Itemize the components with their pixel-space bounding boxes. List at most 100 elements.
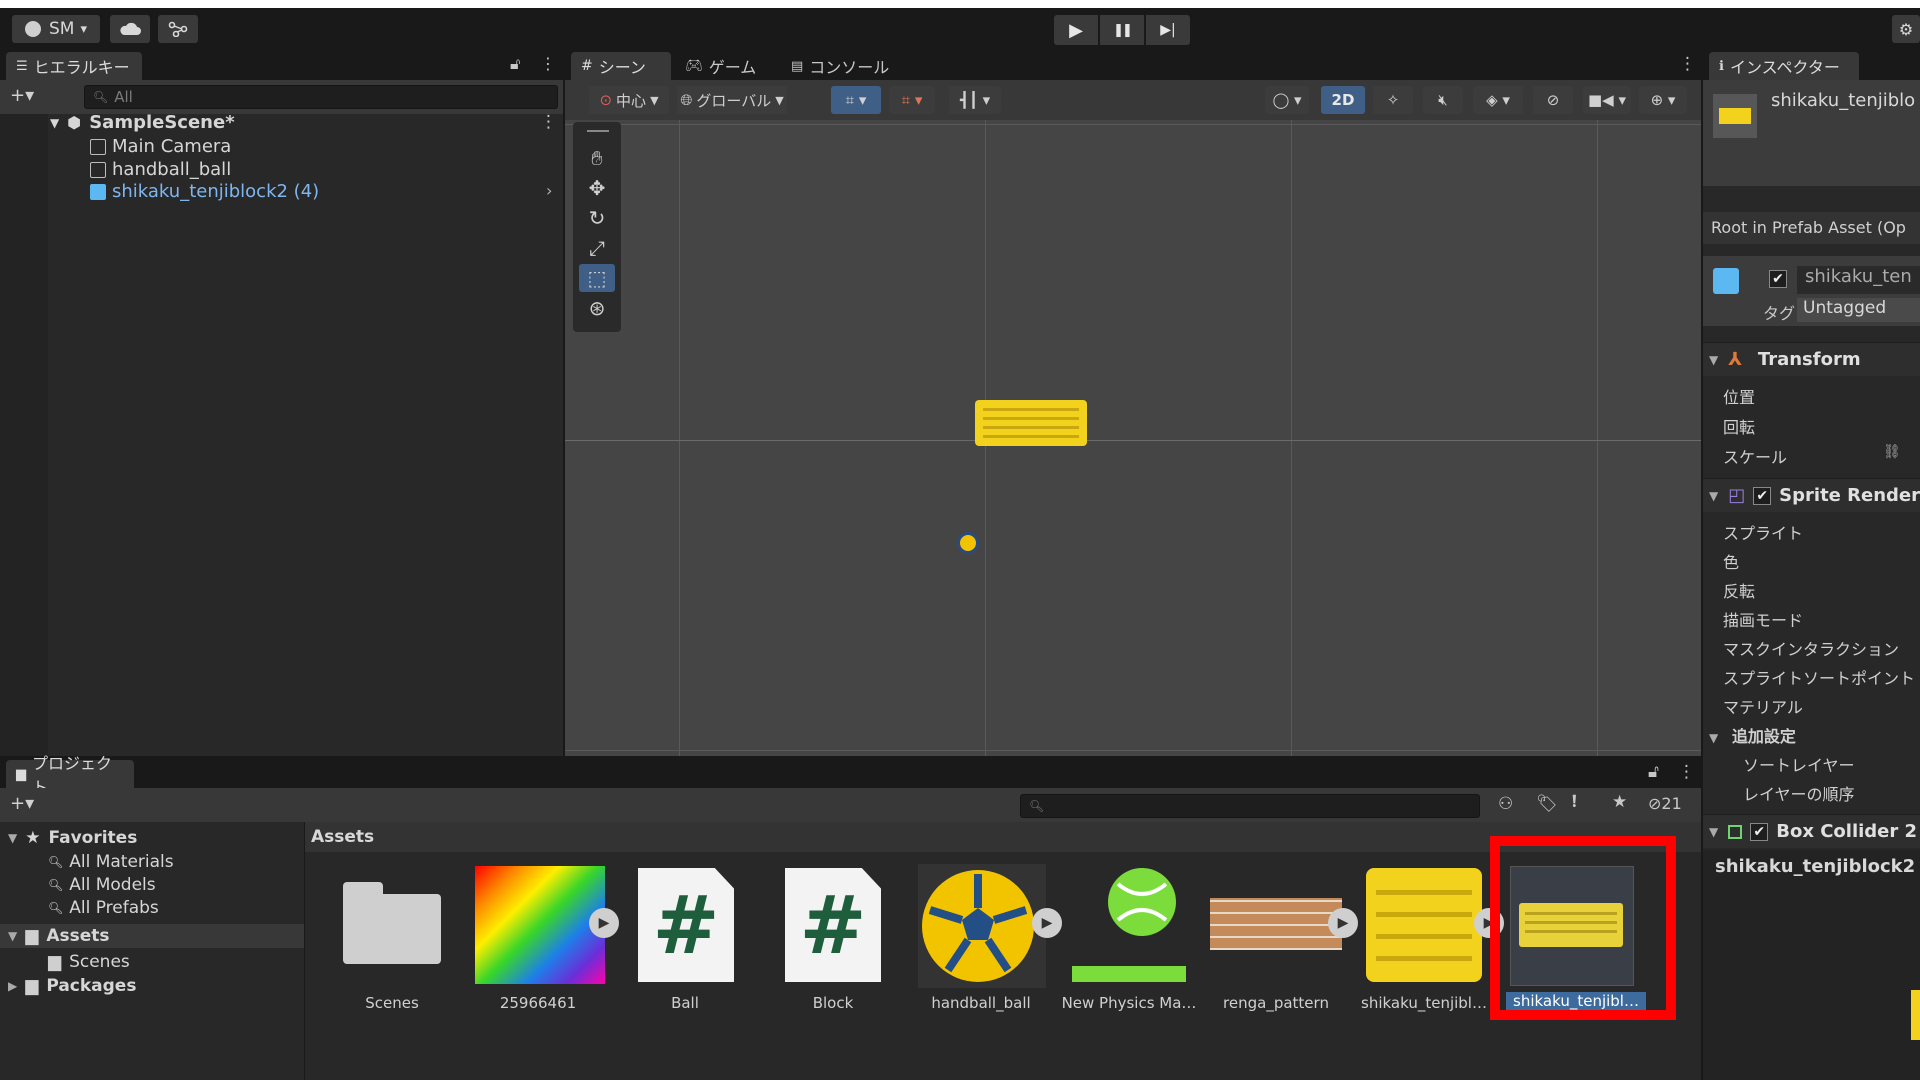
- link-icon[interactable]: ⛓︎: [1883, 444, 1901, 460]
- search-by-type-icon[interactable]: ⚇: [1498, 794, 1513, 814]
- transform-tool[interactable]: ⊛: [579, 294, 615, 322]
- draw-mode-dropdown[interactable]: ◯ ▾: [1265, 86, 1309, 114]
- audio-toggle[interactable]: 🔇︎: [1423, 86, 1463, 114]
- warning-icon[interactable]: ❗︎: [1572, 792, 1577, 812]
- hidden-packages-toggle[interactable]: ⊘21: [1648, 794, 1682, 813]
- sprite-renderer-checkbox[interactable]: ✔: [1753, 486, 1772, 505]
- label-icon[interactable]: 🏷︎: [1536, 794, 1558, 814]
- hand-tool[interactable]: ✋︎: [579, 144, 615, 172]
- scale-icon: ⤢: [589, 236, 605, 260]
- assets-folder[interactable]: ▼ ▆ Assets: [0, 924, 304, 948]
- search-icon: 🔍︎: [93, 90, 109, 104]
- asset-ball-script[interactable]: #: [638, 868, 734, 982]
- asset-block-script[interactable]: #: [785, 868, 881, 982]
- camera-dropdown[interactable]: ■◀ ▾: [1583, 86, 1631, 114]
- physics-material-icon: [1072, 868, 1186, 982]
- asset-physics-material[interactable]: [1070, 864, 1190, 984]
- palette-handle[interactable]: [587, 130, 609, 132]
- breadcrumb[interactable]: Assets: [311, 827, 374, 847]
- grid-snap-toggle[interactable]: ⌗ ▾: [831, 86, 881, 114]
- folder-icon: ▆: [16, 766, 26, 782]
- hierarchy-item-handball-ball[interactable]: handball_ball: [90, 159, 231, 180]
- favorite-all-models[interactable]: 🔍︎ All Models: [48, 875, 156, 895]
- packages-folder[interactable]: ▶ ▆ Packages: [8, 976, 136, 996]
- chevron-right-icon[interactable]: ›: [546, 181, 552, 200]
- tag-dropdown[interactable]: Untagged: [1797, 298, 1920, 322]
- favorites-foldout[interactable]: ▼ ★ Favorites: [8, 828, 137, 848]
- account-button[interactable]: SM ▾: [12, 15, 100, 43]
- lock-icon[interactable]: 🔓︎: [1648, 762, 1659, 782]
- favorite-all-prefabs[interactable]: 🔍︎ All Prefabs: [48, 898, 159, 918]
- gizmos-dropdown[interactable]: ⊕ ▾: [1639, 86, 1687, 114]
- item-label: shikaku_tenjiblock2 (4): [112, 181, 320, 202]
- effects-dropdown[interactable]: ◈ ▾: [1473, 86, 1523, 114]
- asset-tenji-block-sprite[interactable]: [1366, 868, 1482, 982]
- asset-renga-pattern[interactable]: [1210, 898, 1342, 950]
- active-checkbox[interactable]: ✔: [1769, 270, 1787, 288]
- tree-label: Scenes: [69, 952, 130, 972]
- tenji-block-sprite[interactable]: [975, 400, 1087, 446]
- tree-label: All Prefabs: [69, 898, 159, 918]
- scenes-folder[interactable]: ▆ Scenes: [48, 952, 130, 972]
- settings-button[interactable]: ⚙: [1892, 15, 1920, 43]
- tab-project[interactable]: ▆ プロジェクト: [6, 754, 134, 797]
- lighting-toggle[interactable]: ✧: [1373, 86, 1413, 114]
- favorite-all-materials[interactable]: 🔍︎ All Materials: [48, 852, 174, 872]
- play-button[interactable]: ▶: [1054, 15, 1098, 45]
- tab-console[interactable]: ▤ コンソール: [785, 52, 895, 80]
- move-tool[interactable]: ✥: [579, 174, 615, 202]
- space-dropdown[interactable]: 🌐︎ グローバル ▼: [677, 86, 787, 114]
- hierarchy-item-main-camera[interactable]: Main Camera: [90, 136, 231, 157]
- kebab-menu-icon[interactable]: ⋮: [1678, 762, 1695, 782]
- pause-button[interactable]: ❚❚: [1100, 15, 1144, 45]
- add-button[interactable]: +▾: [10, 793, 34, 814]
- additional-settings-foldout[interactable]: ▼ 追加設定: [1709, 723, 1796, 747]
- collab-button[interactable]: [158, 15, 198, 43]
- scene-kebab-icon[interactable]: ⋮: [540, 112, 557, 132]
- box-collider-checkbox[interactable]: ✔: [1750, 822, 1769, 841]
- asset-label: New Physics Ma…: [1054, 994, 1204, 1012]
- asset-handball-ball[interactable]: [918, 864, 1046, 988]
- transform-component-header[interactable]: ▼ ⅄ Transform: [1703, 342, 1920, 376]
- handball-ball-sprite[interactable]: [957, 532, 979, 554]
- tab-scene[interactable]: # シーン: [571, 52, 671, 80]
- step-button[interactable]: ▶|: [1146, 15, 1190, 45]
- star-icon[interactable]: ★: [1612, 792, 1627, 812]
- lock-icon[interactable]: 🔓︎: [510, 54, 520, 74]
- scale-tool[interactable]: ⤢: [579, 234, 615, 262]
- tab-game[interactable]: 🎮︎ ゲーム: [679, 52, 762, 80]
- scene-viewport[interactable]: ✋︎ ✥ ↻ ⤢ ⬚ ⊛: [565, 120, 1701, 756]
- expand-asset-icon[interactable]: ▶: [589, 908, 619, 938]
- preview-block: [1911, 990, 1920, 1040]
- name-field[interactable]: shikaku_ten: [1797, 266, 1920, 294]
- expand-asset-icon[interactable]: ▶: [1328, 908, 1358, 938]
- scene-row[interactable]: ▼ ⬢ SampleScene*: [50, 112, 235, 133]
- transform-icon: ⅄: [1728, 349, 1742, 370]
- csharp-script-icon: #: [785, 868, 881, 982]
- sprite-row: スプライト: [1723, 520, 1803, 544]
- hierarchy-item-prefab[interactable]: shikaku_tenjiblock2 (4): [90, 181, 319, 202]
- kebab-menu-icon[interactable]: ⋮: [1679, 54, 1696, 74]
- expand-asset-icon[interactable]: ▶: [1032, 908, 1062, 938]
- add-button[interactable]: +▾: [10, 85, 34, 106]
- account-icon: [25, 21, 41, 37]
- collab-icon: [168, 21, 188, 37]
- hidden-toggle[interactable]: ⊘: [1533, 86, 1573, 114]
- sprite-renderer-header[interactable]: ▼ ◰ ✔ Sprite Render: [1703, 478, 1920, 512]
- pivot-dropdown[interactable]: ⊙ 中心 ▼: [589, 86, 669, 114]
- asset-scenes-folder[interactable]: [343, 882, 441, 964]
- rotate-tool[interactable]: ↻: [579, 204, 615, 232]
- tab-inspector[interactable]: ℹ インスペクター: [1709, 52, 1859, 80]
- cloud-button[interactable]: [110, 15, 150, 43]
- asset-gradient-image[interactable]: [475, 866, 605, 984]
- ruler-toggle[interactable]: ┫┃ ▾: [949, 86, 1001, 114]
- rect-tool[interactable]: ⬚: [579, 264, 615, 292]
- increment-snap-toggle[interactable]: ⌗ ▾: [889, 86, 935, 114]
- box-collider-header[interactable]: ▼ ✔ Box Collider 2: [1703, 814, 1920, 848]
- project-search-input[interactable]: 🔍︎: [1020, 794, 1480, 818]
- kebab-menu-icon[interactable]: ⋮: [540, 54, 556, 73]
- tab-hierarchy[interactable]: ☰ ヒエラルキー: [6, 52, 142, 80]
- toggle-2d-button[interactable]: 2D: [1321, 86, 1365, 114]
- tag-value: Untagged: [1803, 298, 1887, 318]
- hierarchy-search-input[interactable]: 🔍︎ All: [84, 85, 558, 109]
